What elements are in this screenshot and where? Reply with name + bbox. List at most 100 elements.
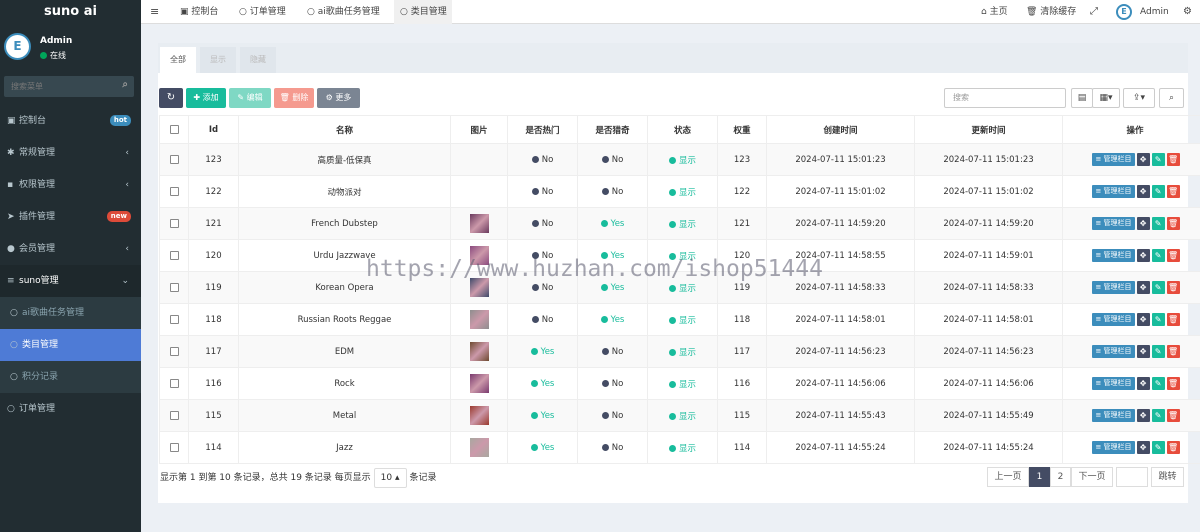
page-size-select[interactable]: 10 ▴ xyxy=(373,468,407,488)
tab-shown[interactable]: 显示 xyxy=(200,47,236,73)
category-thumbnail[interactable] xyxy=(469,214,489,233)
delete-trash-icon[interactable]: 🗑 xyxy=(1166,217,1180,230)
delete-trash-icon[interactable]: 🗑 xyxy=(1166,377,1180,390)
row-checkbox[interactable] xyxy=(169,250,179,260)
edit-pencil-icon[interactable]: ✎ xyxy=(1151,345,1165,358)
delete-trash-icon[interactable]: 🗑 xyxy=(1166,281,1180,294)
manage-column-button[interactable]: ≡ 管理栏目 xyxy=(1092,345,1135,358)
odd-flag[interactable]: No xyxy=(601,347,623,357)
sidebar-item[interactable]: ≡ suno管理 ⌄ xyxy=(0,265,141,297)
drag-move-icon[interactable]: ✥ xyxy=(1136,377,1150,390)
add-button[interactable]: ✚ 添加 xyxy=(186,88,226,108)
hot-flag[interactable]: No xyxy=(531,155,553,165)
row-checkbox[interactable] xyxy=(169,410,179,420)
edit-pencil-icon[interactable]: ✎ xyxy=(1151,377,1165,390)
odd-flag[interactable]: No xyxy=(601,411,623,421)
search-icon[interactable]: ⌕ xyxy=(1159,88,1184,108)
category-thumbnail[interactable] xyxy=(469,406,489,425)
odd-flag[interactable]: Yes xyxy=(600,283,624,293)
sidebar-item[interactable]: ✱ 常规管理 ‹ xyxy=(0,137,141,169)
delete-trash-icon[interactable]: 🗑 xyxy=(1166,313,1180,326)
odd-flag[interactable]: Yes xyxy=(600,219,624,229)
hot-flag[interactable]: No xyxy=(531,315,553,325)
edit-pencil-icon[interactable]: ✎ xyxy=(1151,185,1165,198)
row-checkbox[interactable] xyxy=(169,154,179,164)
hot-flag[interactable]: Yes xyxy=(530,379,554,389)
edit-pencil-icon[interactable]: ✎ xyxy=(1151,441,1165,454)
tab-hidden[interactable]: 隐藏 xyxy=(240,47,276,73)
row-checkbox[interactable] xyxy=(169,314,179,324)
fullscreen-icon[interactable]: ⤢ xyxy=(1090,0,1098,24)
drag-move-icon[interactable]: ✥ xyxy=(1136,217,1150,230)
drag-move-icon[interactable]: ✥ xyxy=(1136,153,1150,166)
sidebar-subitem[interactable]: ○ 积分记录 xyxy=(0,361,141,393)
manage-column-button[interactable]: ≡ 管理栏目 xyxy=(1092,217,1135,230)
top-tab[interactable]: ▣ 控制台 xyxy=(174,0,226,24)
toggle-view-icon[interactable]: ▤ xyxy=(1071,88,1093,108)
edit-pencil-icon[interactable]: ✎ xyxy=(1151,217,1165,230)
sidebar-search-input[interactable]: 搜索菜单 ⌕ xyxy=(4,76,134,97)
sidebar-subitem[interactable]: ○ ai歌曲任务管理 xyxy=(0,297,141,329)
sidebar-item[interactable]: ▣ 控制台 hot xyxy=(0,105,141,137)
top-tab[interactable]: ○ 类目管理 xyxy=(394,0,452,24)
top-tab[interactable]: ○ 订单管理 xyxy=(233,0,293,24)
next-page-button[interactable]: 下一页 xyxy=(1071,467,1113,487)
edit-pencil-icon[interactable]: ✎ xyxy=(1151,281,1165,294)
col-id[interactable]: Id xyxy=(188,115,239,144)
manage-column-button[interactable]: ≡ 管理栏目 xyxy=(1092,185,1135,198)
category-thumbnail[interactable] xyxy=(469,310,489,329)
top-tab[interactable]: ○ ai歌曲任务管理 xyxy=(301,0,386,24)
sidebar-item[interactable]: ➤ 插件管理 new xyxy=(0,201,141,233)
manage-column-button[interactable]: ≡ 管理栏目 xyxy=(1092,409,1135,422)
hot-flag[interactable]: Yes xyxy=(530,347,554,357)
row-checkbox[interactable] xyxy=(169,218,179,228)
admin-menu[interactable]: E Admin xyxy=(1116,0,1169,24)
manage-column-button[interactable]: ≡ 管理栏目 xyxy=(1092,313,1135,326)
drag-move-icon[interactable]: ✥ xyxy=(1136,249,1150,262)
odd-flag[interactable]: No xyxy=(601,379,623,389)
sidebar-item[interactable]: ● 会员管理 ‹ xyxy=(0,233,141,265)
row-checkbox[interactable] xyxy=(169,442,179,452)
jump-button[interactable]: 跳转 xyxy=(1151,467,1184,487)
manage-column-button[interactable]: ≡ 管理栏目 xyxy=(1092,441,1135,454)
table-search-input[interactable]: 搜索 xyxy=(944,88,1066,108)
edit-pencil-icon[interactable]: ✎ xyxy=(1151,249,1165,262)
odd-flag[interactable]: No xyxy=(601,443,623,453)
search-icon[interactable]: ⌕ xyxy=(122,79,128,90)
manage-column-button[interactable]: ≡ 管理栏目 xyxy=(1092,249,1135,262)
refresh-button[interactable]: ↻ xyxy=(159,88,183,108)
export-dropdown-icon[interactable]: ⇪▾ xyxy=(1123,88,1155,108)
odd-flag[interactable]: No xyxy=(601,155,623,165)
sidebar-subitem[interactable]: ○ 类目管理 xyxy=(0,329,141,361)
drag-move-icon[interactable]: ✥ xyxy=(1136,313,1150,326)
delete-trash-icon[interactable]: 🗑 xyxy=(1166,409,1180,422)
hot-flag[interactable]: Yes xyxy=(530,443,554,453)
odd-flag[interactable]: No xyxy=(601,187,623,197)
row-checkbox[interactable] xyxy=(169,378,179,388)
prev-page-button[interactable]: 上一页 xyxy=(987,467,1029,487)
drag-move-icon[interactable]: ✥ xyxy=(1136,441,1150,454)
settings-gear-icon[interactable]: ⚙ xyxy=(1183,0,1192,24)
manage-column-button[interactable]: ≡ 管理栏目 xyxy=(1092,281,1135,294)
category-thumbnail[interactable] xyxy=(469,342,489,361)
sidebar-item-orders[interactable]: ○ 订单管理 xyxy=(0,393,141,425)
odd-flag[interactable]: Yes xyxy=(600,315,624,325)
clear-cache-button[interactable]: 🗑 清除缓存 xyxy=(1026,0,1076,24)
tab-all[interactable]: 全部 xyxy=(160,47,196,73)
delete-trash-icon[interactable]: 🗑 xyxy=(1166,153,1180,166)
app-logo[interactable]: suno ai xyxy=(0,0,141,24)
manage-column-button[interactable]: ≡ 管理栏目 xyxy=(1092,377,1135,390)
page-1-button[interactable]: 1 xyxy=(1029,467,1050,487)
drag-move-icon[interactable]: ✥ xyxy=(1136,345,1150,358)
delete-trash-icon[interactable]: 🗑 xyxy=(1166,185,1180,198)
row-checkbox[interactable] xyxy=(169,346,179,356)
delete-button[interactable]: 🗑 删除 xyxy=(274,88,314,108)
delete-trash-icon[interactable]: 🗑 xyxy=(1166,441,1180,454)
edit-pencil-icon[interactable]: ✎ xyxy=(1151,153,1165,166)
edit-button[interactable]: ✎ 编辑 xyxy=(229,88,271,108)
edit-pencil-icon[interactable]: ✎ xyxy=(1151,409,1165,422)
hot-flag[interactable]: Yes xyxy=(530,411,554,421)
hot-flag[interactable]: No xyxy=(531,219,553,229)
category-thumbnail[interactable] xyxy=(469,438,489,457)
drag-move-icon[interactable]: ✥ xyxy=(1136,185,1150,198)
